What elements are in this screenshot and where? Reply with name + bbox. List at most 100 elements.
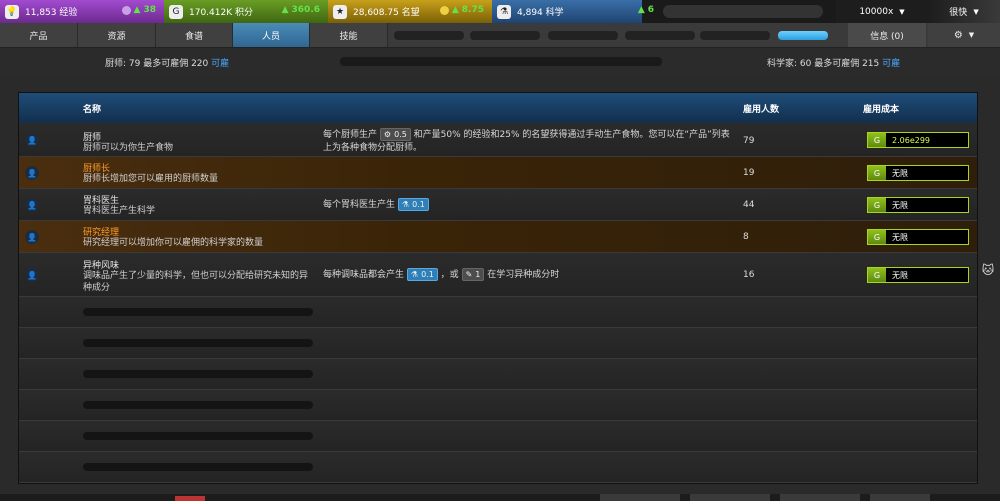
placeholder-row: [19, 452, 977, 483]
bottom-segment: [870, 494, 930, 501]
table-row: 👤 厨师长 厨师长增加您可以雇用的厨师数量 19 G 无限: [19, 157, 977, 189]
production-chip: ⚗ 0.1: [397, 198, 429, 211]
hired-count: 19: [743, 168, 755, 178]
table-row: 👤 异种风味 调味品产生了少量的科学，但也可以分配给研究未知的异种成分 每种调味…: [19, 253, 977, 297]
coin-icon: G: [868, 268, 886, 282]
placeholder-row: [19, 297, 977, 328]
placeholder-row: [19, 390, 977, 421]
chef-status: 厨师: 79 最多可雇佣 220 可雇: [105, 59, 230, 69]
resource-increase: ▲ 360.6: [281, 5, 320, 15]
pencil-icon: ✎: [465, 270, 473, 279]
resource-increase: ▲ 6: [637, 5, 654, 15]
chevron-down-icon: ▼: [968, 31, 975, 39]
staff-production: 每个胃科医生产生 ⚗ 0.1: [323, 198, 733, 212]
table-row: 👤 厨师 厨师可以为你生产食物 每个厨师生产 ⚙ 0.5 和产量50% 的经验和2…: [19, 123, 977, 157]
gear-icon: [439, 5, 449, 15]
header-name: 名称: [83, 105, 102, 115]
resource-value: 170.412K 积分: [189, 8, 253, 18]
flask-icon: ⚗: [410, 270, 419, 279]
tab-recipes[interactable]: 食谱: [156, 23, 233, 47]
resource-increase: ▲ 8.75: [439, 5, 484, 15]
coin-icon: G: [868, 166, 886, 180]
placeholder-row: [19, 328, 977, 359]
staff-table: 名称 雇用人数 雇用成本 👤 厨师 厨师可以为你生产食物 每个厨师生产 ⚙ 0.5…: [18, 92, 978, 484]
resource-value: 11,853 经验: [25, 8, 78, 18]
add-user-icon: 👤: [27, 232, 37, 242]
hire-button[interactable]: 👤: [25, 166, 39, 180]
staff-desc: 厨师长增加您可以雇用的厨师数量: [83, 174, 219, 184]
resource-experience[interactable]: 💡 11,853 经验 ▲ 38: [0, 0, 164, 23]
hired-count: 8: [743, 232, 749, 242]
chevron-down-icon: ▼: [973, 7, 979, 16]
tab-progress: [778, 31, 828, 40]
tab-info[interactable]: 信息 (0): [848, 23, 926, 47]
bottom-segment: [690, 494, 770, 501]
staff-production: 每个厨师生产 ⚙ 0.5 和产量50% 的经验和25% 的名望获得通过手动生产食物…: [323, 128, 730, 153]
hire-button[interactable]: 👤: [25, 133, 39, 147]
add-user-icon: 👤: [27, 270, 37, 280]
cat-icon[interactable]: 🐱: [980, 262, 996, 278]
hire-button[interactable]: 👤: [25, 198, 39, 212]
gears-icon: ⚙: [383, 130, 392, 139]
gear-icon: [121, 5, 131, 15]
status-bar: [340, 57, 662, 66]
hire-cost-button[interactable]: G 无限: [867, 165, 969, 181]
table-row: 👤 研究经理 研究经理可以增加你可以雇佣的科学家的数量 8 G 无限: [19, 221, 977, 253]
hire-cost-button[interactable]: G 无限: [867, 197, 969, 213]
staff-desc: 胃科医生产生科学: [83, 206, 156, 216]
header-count: 雇用人数: [743, 105, 780, 115]
resource-science[interactable]: ⚗ 4,894 科学 ▲ 6: [492, 0, 654, 23]
flask-icon: ⚗: [497, 4, 511, 19]
speed-select[interactable]: 10000x ▼: [836, 0, 928, 23]
resource-fame[interactable]: ★ 28,608.75 名望 ▲ 8.75: [328, 0, 492, 23]
resource-value: 28,608.75 名望: [353, 8, 420, 18]
coin-icon: G: [868, 230, 886, 244]
header-cost: 雇用成本: [863, 105, 900, 115]
coin-icon: G: [868, 198, 886, 212]
add-user-icon: 👤: [27, 135, 37, 145]
staff-production: 每种调味品都会产生 ⚗ 0.1 ，或 ✎ 1 在学习异种成分时: [323, 268, 560, 281]
staff-status: 厨师: 79 最多可雇佣 220 可雇 科学家: 60 最多可雇佣 215 可雇: [0, 48, 1000, 74]
scientist-status: 科学家: 60 最多可雇佣 215 可雇: [767, 59, 901, 69]
tab-placeholder: [394, 31, 464, 40]
speed-mode-select[interactable]: 很快 ▼: [928, 0, 1000, 23]
staff-desc: 调味品产生了少量的科学，但也可以分配给研究未知的异种成分: [83, 271, 309, 293]
production-chip: ⚗ 0.1: [406, 268, 438, 281]
tab-placeholder: [548, 31, 618, 40]
gear-icon: ⚙: [953, 29, 963, 41]
hire-cost-button[interactable]: G 无限: [867, 267, 969, 283]
staff-desc: 研究经理可以增加你可以雇佣的科学家的数量: [83, 238, 264, 248]
alert-indicator: [175, 496, 205, 501]
tab-placeholder: [625, 31, 695, 40]
resource-value: 4,894 科学: [517, 8, 564, 18]
star-icon: ★: [333, 4, 347, 19]
coin-icon: G: [169, 4, 183, 19]
resource-points[interactable]: G 170.412K 积分 ▲ 360.6: [164, 0, 328, 23]
hired-count: 44: [743, 200, 755, 210]
tab-resources[interactable]: 资源: [78, 23, 156, 47]
hire-cost-button[interactable]: G 无限: [867, 229, 969, 245]
placeholder-row: [19, 421, 977, 452]
hired-count: 16: [743, 270, 755, 280]
coin-icon: G: [868, 133, 886, 147]
hired-count: 79: [743, 136, 755, 146]
table-row: 👤 胃科医生 胃科医生产生科学 每个胃科医生产生 ⚗ 0.1 44 G 无限: [19, 189, 977, 221]
production-chip: ✎ 1: [461, 268, 485, 281]
tab-staff[interactable]: 人员: [233, 23, 310, 47]
progress-bar: [663, 5, 823, 18]
bottom-segment: [780, 494, 860, 501]
table-header: 名称 雇用人数 雇用成本: [19, 93, 977, 123]
tab-products[interactable]: 产品: [0, 23, 78, 47]
flask-icon: ⚗: [401, 200, 410, 209]
hire-button[interactable]: 👤: [25, 230, 39, 244]
add-user-icon: 👤: [27, 168, 37, 178]
tab-skills[interactable]: 技能: [310, 23, 388, 47]
bottom-segment: [600, 494, 680, 501]
production-chip: ⚙ 0.5: [379, 128, 411, 141]
hire-cost-button[interactable]: G 2.06e299: [867, 132, 969, 148]
settings-button[interactable]: ⚙ ▼: [928, 23, 1000, 47]
chevron-down-icon: ▼: [899, 7, 905, 16]
placeholder-row: [19, 359, 977, 390]
hire-button[interactable]: 👤: [25, 268, 39, 282]
tab-placeholder: [470, 31, 540, 40]
